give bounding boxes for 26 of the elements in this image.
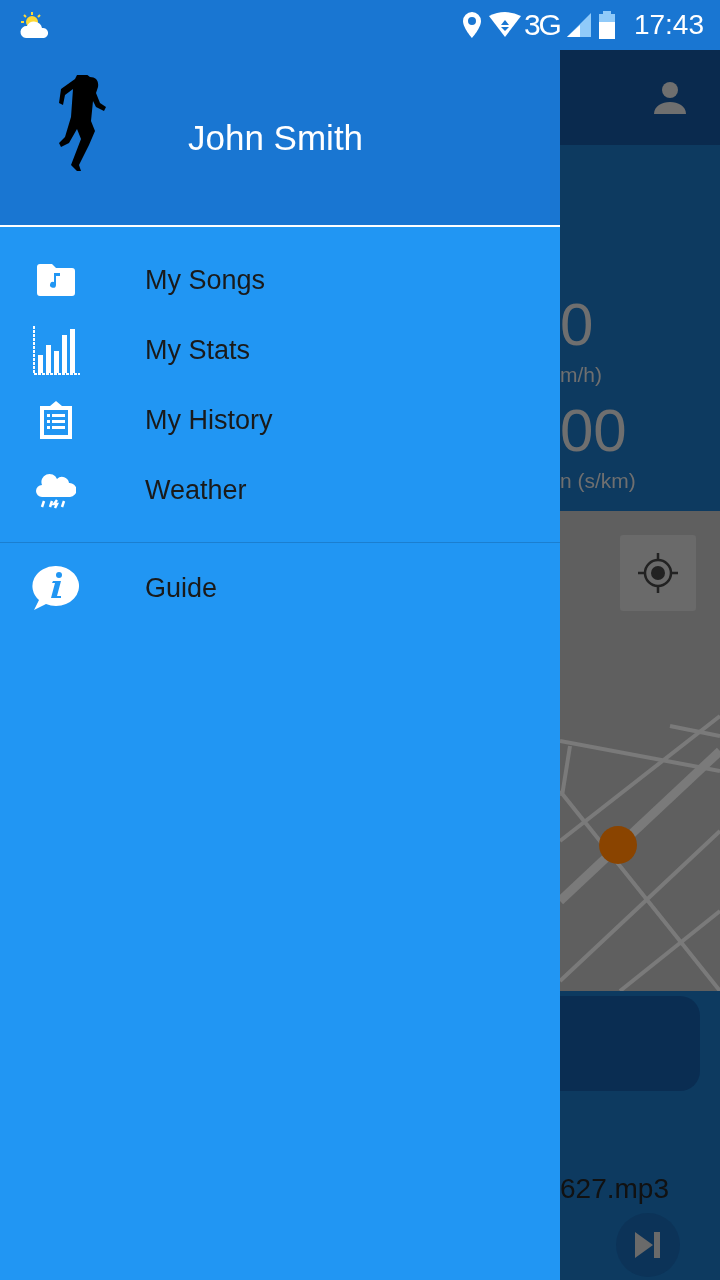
wifi-icon [487, 12, 522, 38]
info-bubble-icon [31, 564, 81, 612]
speed-value: 0 [560, 295, 595, 355]
signal-icon [565, 12, 592, 38]
storm-cloud-icon [36, 471, 76, 509]
clipboard-icon [39, 400, 73, 440]
bar-chart-icon [32, 325, 80, 375]
menu-item[interactable]: Weather [0, 455, 560, 525]
speed-unit: m/h) [560, 363, 603, 387]
location-icon [461, 11, 482, 39]
skip-next-icon [633, 1230, 663, 1260]
account-icon[interactable] [652, 79, 688, 116]
pace-unit: n (s/km) [560, 469, 637, 493]
user-name: John Smith [188, 117, 364, 158]
network-type: 3G [523, 8, 560, 42]
menu-item[interactable]: My Songs [0, 245, 560, 315]
track-name: 627.mp3 [560, 1173, 670, 1205]
clock: 17:43 [633, 9, 704, 41]
locate-button[interactable] [620, 535, 696, 611]
pace-value: 00 [560, 401, 628, 461]
menu-item[interactable]: Guide [0, 553, 560, 623]
menu-item[interactable]: My Stats [0, 315, 560, 385]
locate-icon [636, 551, 680, 595]
menu-item[interactable]: My History [0, 385, 560, 455]
battery-icon [597, 10, 616, 40]
music-folder-icon [35, 263, 77, 297]
